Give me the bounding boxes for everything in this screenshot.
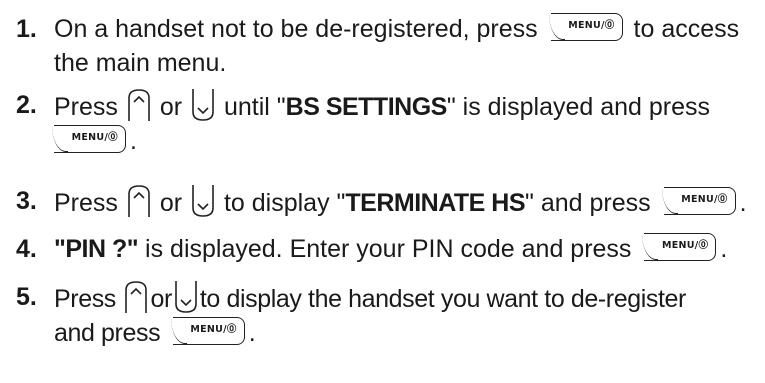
instructions-page: 1. On a handset not to be de-registered,… [0,0,765,383]
bs-settings-label: BS SETTINGS [285,93,448,121]
step-2: 2. Press or until "BS SETTINGS" is displ… [16,88,756,158]
up-key-icon [125,281,148,313]
step-text: to display " [223,189,346,217]
up-key-icon [128,185,150,217]
step-3: 3. Press or to display "TERMINATE HS" an… [16,184,756,220]
step-text: Press [54,189,118,217]
up-key-icon [128,89,150,121]
step-text: to display the handset you want to de-re… [199,285,686,313]
step-number: 2. [16,91,37,119]
step-text: Press [54,285,116,313]
menu-key-icon: MENU/⓪ [642,233,717,261]
step-text: is displayed. Enter your PIN code and pr… [138,235,632,263]
step-number: 1. [16,15,37,43]
step-number: 5. [16,283,37,311]
step-5: 5. Press or to display the handset you w… [16,280,756,350]
step-text: On a handset not to be de-registered, pr… [54,15,538,43]
menu-key-icon: MENU/⓪ [661,187,736,215]
step-text: Press [54,93,118,121]
step-text: or [159,189,183,217]
step-text: " is displayed and press [446,93,711,121]
pin-prompt-label: "PIN ?" [54,235,139,263]
terminate-hs-label: TERMINATE HS [345,189,526,217]
step-text: until " [223,93,286,121]
menu-key-icon: MENU/⓪ [52,125,126,153]
step-text: or [159,93,183,121]
down-key-icon [175,281,197,313]
down-key-icon [192,89,214,121]
step-1: 1. On a handset not to be de-registered,… [16,12,756,80]
step-text: or [150,285,172,313]
menu-key-icon: MENU/⓪ [548,13,623,41]
down-key-icon [192,185,214,217]
step-text: " and press [525,189,651,217]
step-4: 4. "PIN ?" is displayed. Enter your PIN … [16,232,756,266]
step-number: 4. [16,235,37,263]
menu-key-icon: MENU/⓪ [170,317,245,345]
step-number: 3. [16,187,37,215]
step-text: and press [54,319,161,347]
